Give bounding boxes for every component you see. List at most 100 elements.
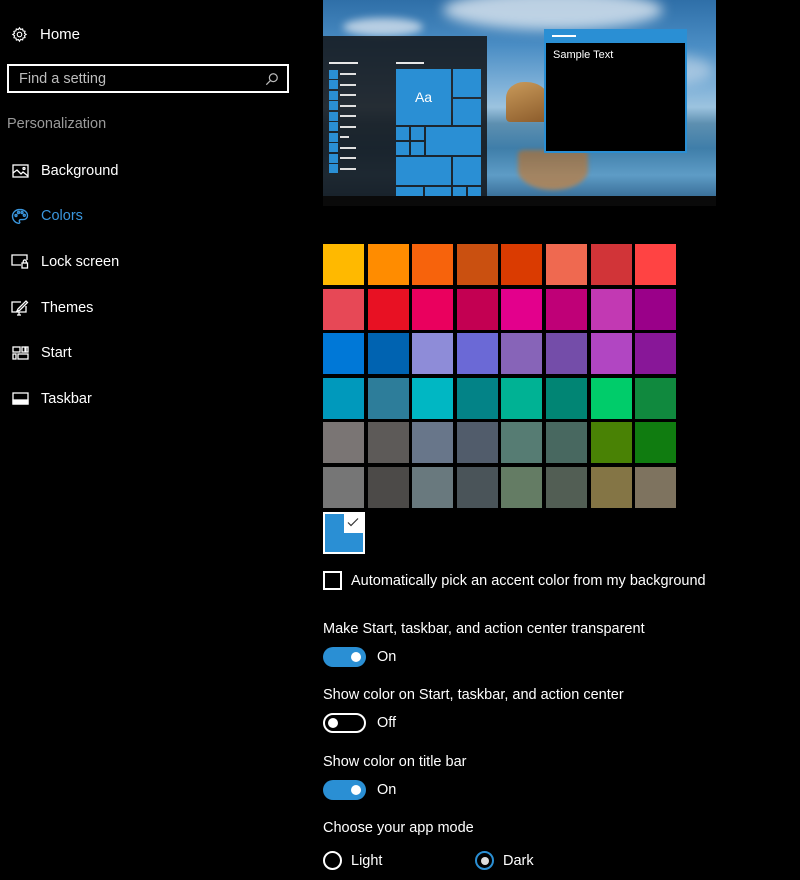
accent-color-swatch[interactable] [545,422,587,464]
show-color-start-toggle[interactable] [323,713,366,733]
show-color-start-toggle-row[interactable]: Off [323,713,396,733]
search-box[interactable] [7,64,289,93]
accent-color-swatch[interactable] [501,466,543,508]
accent-color-swatch[interactable] [412,244,454,285]
transparent-toggle-row[interactable]: On [323,647,396,667]
accent-color-swatch[interactable] [367,288,409,330]
app-mode-light-label: Light [351,852,383,869]
accent-color-swatch[interactable] [590,377,632,419]
accent-color-swatch[interactable] [456,377,498,419]
show-color-start-label: Show color on Start, taskbar, and action… [323,687,624,703]
sidebar-item-taskbar[interactable]: Taskbar [0,376,300,422]
preview-window-titlebar-line [552,35,576,37]
accent-color-swatch[interactable] [412,466,454,508]
home-link[interactable]: Home [10,22,80,46]
preview-list-row [329,69,356,80]
accent-color-swatch[interactable] [635,333,677,375]
start-tiles-icon [11,344,29,362]
accent-color-swatch[interactable] [367,377,409,419]
accent-color-swatch[interactable] [412,377,454,419]
transparent-toggle[interactable] [323,647,366,667]
accent-color-swatch[interactable] [323,288,364,330]
app-mode-light-radio[interactable] [323,851,342,870]
sidebar-item-lock-screen[interactable]: Lock screen [0,239,300,285]
auto-pick-accent-checkbox-row[interactable]: Automatically pick an accent color from … [323,571,706,590]
accent-color-swatch[interactable] [456,288,498,330]
accent-color-swatch[interactable] [456,466,498,508]
accent-color-swatch[interactable] [456,244,498,285]
accent-color-swatch[interactable] [545,288,587,330]
accent-color-swatch[interactable] [501,333,543,375]
show-color-title-toggle-row[interactable]: On [323,780,396,800]
accent-color-swatch[interactable] [456,333,498,375]
preview-sample-text: Sample Text [553,49,614,61]
accent-preview: Aa Sample Text [323,0,716,206]
accent-color-swatch[interactable] [501,244,543,285]
accent-color-swatch[interactable] [635,377,677,419]
preview-list-row [329,153,356,164]
accent-color-swatch[interactable] [545,466,587,508]
preview-tile [396,127,409,140]
accent-color-swatch[interactable] [501,422,543,464]
accent-color-swatch[interactable] [412,333,454,375]
preview-tile [426,127,481,155]
search-icon[interactable] [265,72,279,86]
accent-color-swatch[interactable] [590,244,632,285]
accent-color-swatch[interactable] [323,244,364,285]
app-mode-dark-radio[interactable] [475,851,494,870]
sidebar-item-background[interactable]: Background [0,148,300,194]
accent-color-swatch[interactable] [323,466,364,508]
preview-tiles: Aa [396,69,482,199]
selected-accent-swatch[interactable] [323,512,365,554]
accent-color-swatch[interactable] [590,288,632,330]
accent-color-swatch[interactable] [323,333,364,375]
accent-color-swatch[interactable] [367,466,409,508]
accent-color-swatch[interactable] [323,377,364,419]
section-title: Personalization [7,116,107,132]
search-input[interactable] [19,70,265,87]
show-color-title-toggle[interactable] [323,780,366,800]
accent-color-swatch[interactable] [412,288,454,330]
accent-color-swatch[interactable] [590,333,632,375]
show-color-start-toggle-state: Off [377,715,397,731]
preview-start-menu: Aa [323,36,487,199]
accent-color-swatch[interactable] [635,288,677,330]
preview-taskbar [323,196,716,206]
accent-color-swatch[interactable] [367,422,409,464]
accent-color-swatch[interactable] [501,288,543,330]
sidebar-item-label: Colors [41,208,83,225]
accent-color-swatch[interactable] [545,377,587,419]
preview-tile [396,157,451,185]
auto-pick-accent-checkbox[interactable] [323,571,342,590]
accent-color-swatch[interactable] [635,244,677,285]
accent-color-swatch[interactable] [412,422,454,464]
preview-tile [396,142,409,155]
accent-color-swatch[interactable] [367,333,409,375]
accent-color-swatch[interactable] [501,377,543,419]
preview-cloud [443,0,663,30]
accent-color-swatch[interactable] [367,244,409,285]
preview-tile [411,142,424,155]
accent-color-swatch[interactable] [590,422,632,464]
palette-icon [11,207,29,225]
sidebar-item-themes[interactable]: Themes [0,285,300,331]
accent-color-swatch[interactable] [456,422,498,464]
preview-list-row [329,90,356,101]
accent-color-swatch[interactable] [323,422,364,464]
app-mode-dark-option[interactable]: Dark [475,851,534,870]
sidebar-item-start[interactable]: Start [0,330,300,376]
preview-list-row [329,111,356,122]
sidebar-item-label: Themes [41,299,94,316]
preview-tile [453,157,481,185]
preview-rock-reflection [518,150,588,190]
accent-color-swatch[interactable] [635,422,677,464]
preview-list-row [329,80,356,91]
preview-list-row [329,143,356,154]
accent-color-swatch[interactable] [590,466,632,508]
accent-color-swatch[interactable] [545,333,587,375]
accent-color-swatch[interactable] [545,244,587,285]
sidebar-item-colors[interactable]: Colors [0,194,300,240]
accent-color-swatch[interactable] [635,466,677,508]
preview-tile-large: Aa [396,69,451,125]
app-mode-light-option[interactable]: Light [323,851,382,870]
